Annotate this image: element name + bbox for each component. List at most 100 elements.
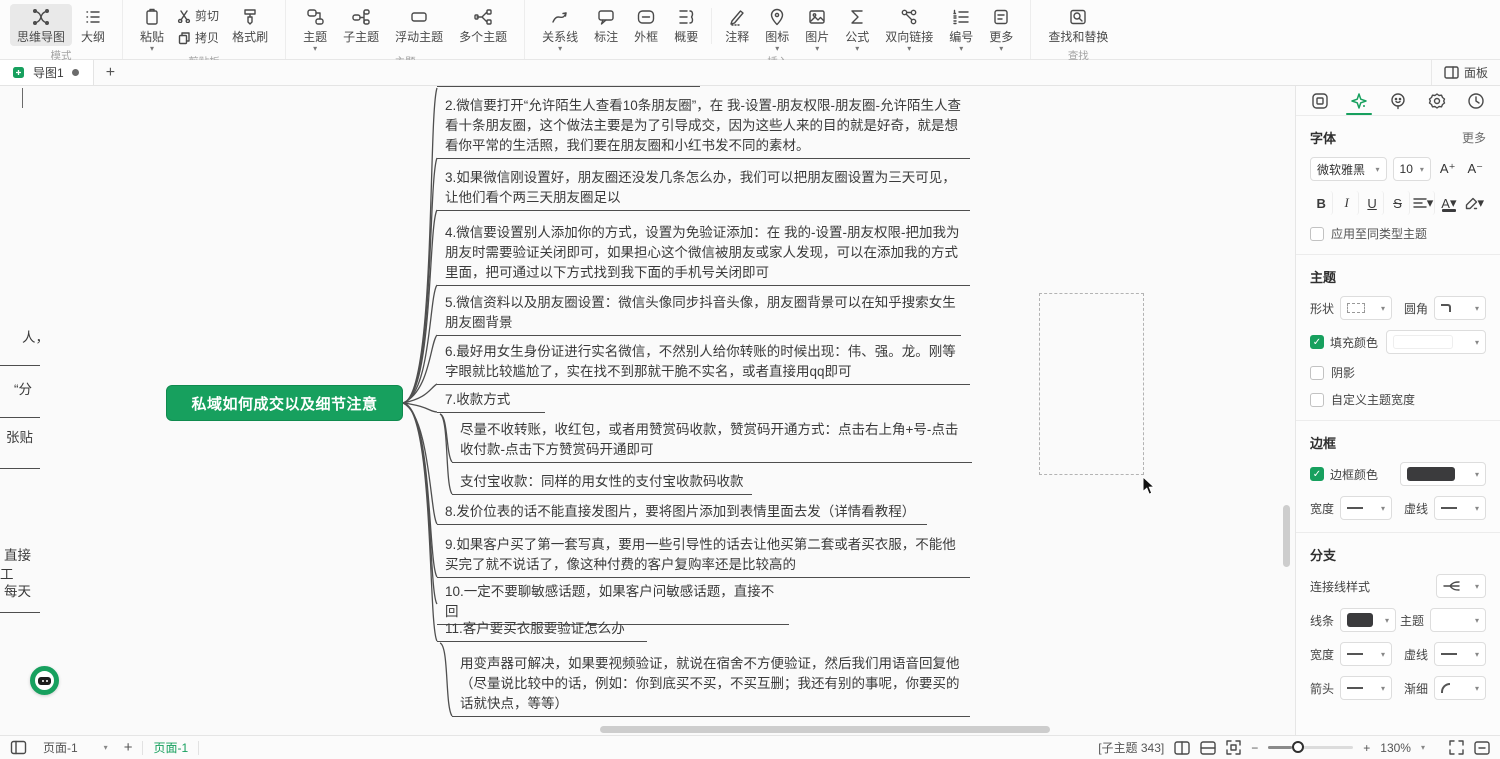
fill-color-select[interactable]: ▾ — [1386, 330, 1486, 354]
fill-color-checkbox[interactable] — [1310, 335, 1324, 349]
topic-11[interactable]: 11.客户要买衣服要验证怎么办 — [437, 619, 647, 642]
horizontal-scrollbar[interactable] — [600, 726, 1050, 733]
font-color-select[interactable]: A▾ — [1437, 191, 1460, 215]
find-replace-button[interactable]: 查找和替换 — [1041, 4, 1115, 46]
collapse-panel-icon[interactable] — [1474, 741, 1490, 755]
boundary-button[interactable]: 外框 — [627, 4, 665, 46]
floating-topic-button[interactable]: 浮动主题 — [388, 4, 450, 46]
page-panel-icon[interactable] — [10, 740, 27, 755]
subtopic-button[interactable]: 子主题 — [336, 4, 386, 46]
font-decrease-button[interactable]: A⁻ — [1464, 161, 1486, 177]
zoom-in-button[interactable]: + — [1363, 741, 1370, 755]
tab-stickers[interactable] — [1383, 86, 1413, 115]
central-topic[interactable]: 私域如何成交以及细节注意 — [166, 385, 403, 421]
branch-taper-select[interactable]: ▾ — [1434, 676, 1486, 700]
strikethrough-button[interactable]: S — [1386, 191, 1409, 215]
branch-topic-select[interactable]: ▾ — [1430, 608, 1486, 632]
font-size-select[interactable]: 10 ▾ — [1393, 157, 1431, 181]
branch-arrow-select[interactable]: ▾ — [1340, 676, 1392, 700]
zoom-out-button[interactable]: − — [1251, 741, 1258, 755]
border-color-checkbox[interactable] — [1310, 467, 1324, 481]
tab-history[interactable] — [1461, 86, 1491, 115]
layout-split-icon[interactable] — [1200, 741, 1216, 755]
topic-button[interactable]: 主题 ▾ — [296, 4, 334, 52]
mindmap-mode-button[interactable]: 思维导图 — [10, 4, 72, 46]
add-tab-button[interactable]: + — [106, 64, 115, 82]
topic-4[interactable]: 4.微信要设置别人添加你的方式，设置为免验证添加：在 我的-设置-朋友权限-把加… — [437, 223, 970, 286]
topic-5[interactable]: 5.微信资料以及朋友圈设置：微信头像同步抖音头像，朋友圈背景可以在知乎搜索女生朋… — [437, 293, 961, 336]
connector-style-select[interactable]: ▾ — [1436, 574, 1486, 598]
shape-select[interactable]: ▾ — [1340, 296, 1392, 320]
more-button[interactable]: 更多 ▾ — [982, 4, 1020, 52]
underline-button[interactable]: U — [1361, 191, 1384, 215]
topic-2[interactable]: 2.微信要打开“允许陌生人查看10条朋友圈”，在 我-设置-朋友权限-朋友圈-允… — [437, 96, 970, 159]
fit-view-icon[interactable] — [1226, 740, 1241, 755]
topic-7-sub-2[interactable]: 支付宝收款：同样的用女性的支付宝收款码收款 — [452, 472, 752, 495]
highlight-color-select[interactable]: ▾ — [1463, 191, 1486, 215]
zoom-slider[interactable] — [1268, 746, 1353, 749]
numbering-label: 编号 — [949, 28, 973, 45]
copy-button[interactable]: 拷贝 — [173, 28, 223, 47]
topic-11-sub-1[interactable]: 用变声器可解决，如果要视频验证，就说在宿舍不方便验证，然后我们用语音回复他（尽量… — [452, 654, 970, 717]
bold-button[interactable]: B — [1310, 191, 1333, 215]
align-select[interactable]: ▾ — [1412, 191, 1435, 215]
ai-assistant-button[interactable] — [30, 666, 59, 695]
tab-map1[interactable]: 导图1 — [0, 60, 94, 85]
apply-same-type-checkbox[interactable] — [1310, 227, 1324, 241]
border-dash-select[interactable]: ▾ — [1434, 496, 1486, 520]
layout-columns-icon[interactable] — [1174, 741, 1190, 755]
tab-theme-badge[interactable] — [1422, 86, 1452, 115]
italic-button[interactable]: I — [1335, 191, 1358, 215]
page-tab-1[interactable]: 页面-1 — [153, 739, 188, 756]
shape-label: 形状 — [1310, 300, 1334, 317]
vertical-scrollbar[interactable] — [1283, 505, 1290, 567]
zoom-level[interactable]: 130% — [1380, 741, 1411, 755]
topic-3[interactable]: 3.如果微信刚设置好，朋友圈还没发几条怎么办，我们可以把朋友圈设置为三天可见，让… — [437, 168, 970, 211]
page-select-value: 页面-1 — [43, 739, 78, 756]
topic-7-sub-1[interactable]: 尽量不收转账，收红包，或者用赞赏码收款，赞赏码开通方式：点击右上角+号-点击收付… — [452, 420, 972, 463]
custom-width-checkbox[interactable] — [1310, 393, 1324, 407]
formula-button[interactable]: 公式 ▾ — [838, 4, 876, 52]
zoom-slider-knob[interactable] — [1292, 741, 1304, 753]
branch-line-color-select[interactable]: ▾ — [1340, 608, 1396, 632]
bilink-button[interactable]: 双向链接 ▾ — [878, 4, 940, 52]
unsaved-dot-icon — [72, 69, 79, 76]
font-more-link[interactable]: 更多 — [1462, 129, 1486, 146]
branch-width-select[interactable]: ▾ — [1340, 642, 1392, 666]
tab-topic-style[interactable] — [1344, 86, 1374, 115]
summary-button[interactable]: 概要 — [667, 4, 705, 46]
border-width-select[interactable]: ▾ — [1340, 496, 1392, 520]
cut-button[interactable]: 剪切 — [173, 6, 223, 25]
topic-8[interactable]: 8.发价位表的话不能直接发图片，要将图片添加到表情里面去发（详情看教程） — [437, 502, 927, 525]
paste-button[interactable]: 粘贴 ▾ — [133, 4, 171, 52]
drag-selection-rect — [1039, 293, 1144, 475]
topic-7[interactable]: 7.收款方式 — [437, 390, 545, 413]
mindmap-canvas[interactable]: 私域如何成交以及细节注意 2.微信要打开“允许陌生人查看10条朋友圈”，在 我-… — [0, 86, 1295, 735]
page-select[interactable]: 页面-1 ▾ — [37, 737, 114, 758]
format-painter-button[interactable]: 格式刷 — [225, 4, 275, 46]
callout-button[interactable]: 标注 — [587, 4, 625, 46]
border-color-select[interactable]: ▾ — [1400, 462, 1486, 486]
add-page-button[interactable]: + — [124, 739, 133, 756]
shadow-checkbox[interactable] — [1310, 366, 1324, 380]
note-button[interactable]: 注释 — [718, 4, 756, 46]
corner-select[interactable]: ▾ — [1434, 296, 1486, 320]
font-family-select[interactable]: 微软雅黑 ▾ — [1310, 157, 1387, 181]
fullscreen-icon[interactable] — [1449, 740, 1464, 755]
topic-6[interactable]: 6.最好用女生身份证进行实名微信，不然别人给你转账的时候出现：伟、强。龙。刚等字… — [437, 342, 970, 385]
font-increase-button[interactable]: A⁺ — [1437, 161, 1459, 177]
numbering-button[interactable]: 编号 ▾ — [942, 4, 980, 52]
multi-topic-button[interactable]: 多个主题 — [452, 4, 514, 46]
tab-canvas-style[interactable] — [1305, 86, 1335, 115]
relation-button[interactable]: 关系线 ▾ — [535, 4, 585, 52]
robot-face-icon — [38, 677, 51, 685]
chevron-down-icon: ▾ — [1478, 195, 1485, 211]
topic-9[interactable]: 9.如果客户买了第一套写真，要用一些引导性的话去让他买第二套或者买衣服，不能他买… — [437, 535, 970, 578]
image-button[interactable]: 图片 ▾ — [798, 4, 836, 52]
panel-toggle-button[interactable]: 面板 — [1431, 60, 1500, 85]
note-label: 注释 — [725, 28, 749, 45]
icon-button[interactable]: 图标 ▾ — [758, 4, 796, 52]
branch-dash-select[interactable]: ▾ — [1434, 642, 1486, 666]
numbering-caret-icon: ▾ — [959, 46, 963, 51]
outline-mode-button[interactable]: 大纲 — [74, 4, 112, 46]
